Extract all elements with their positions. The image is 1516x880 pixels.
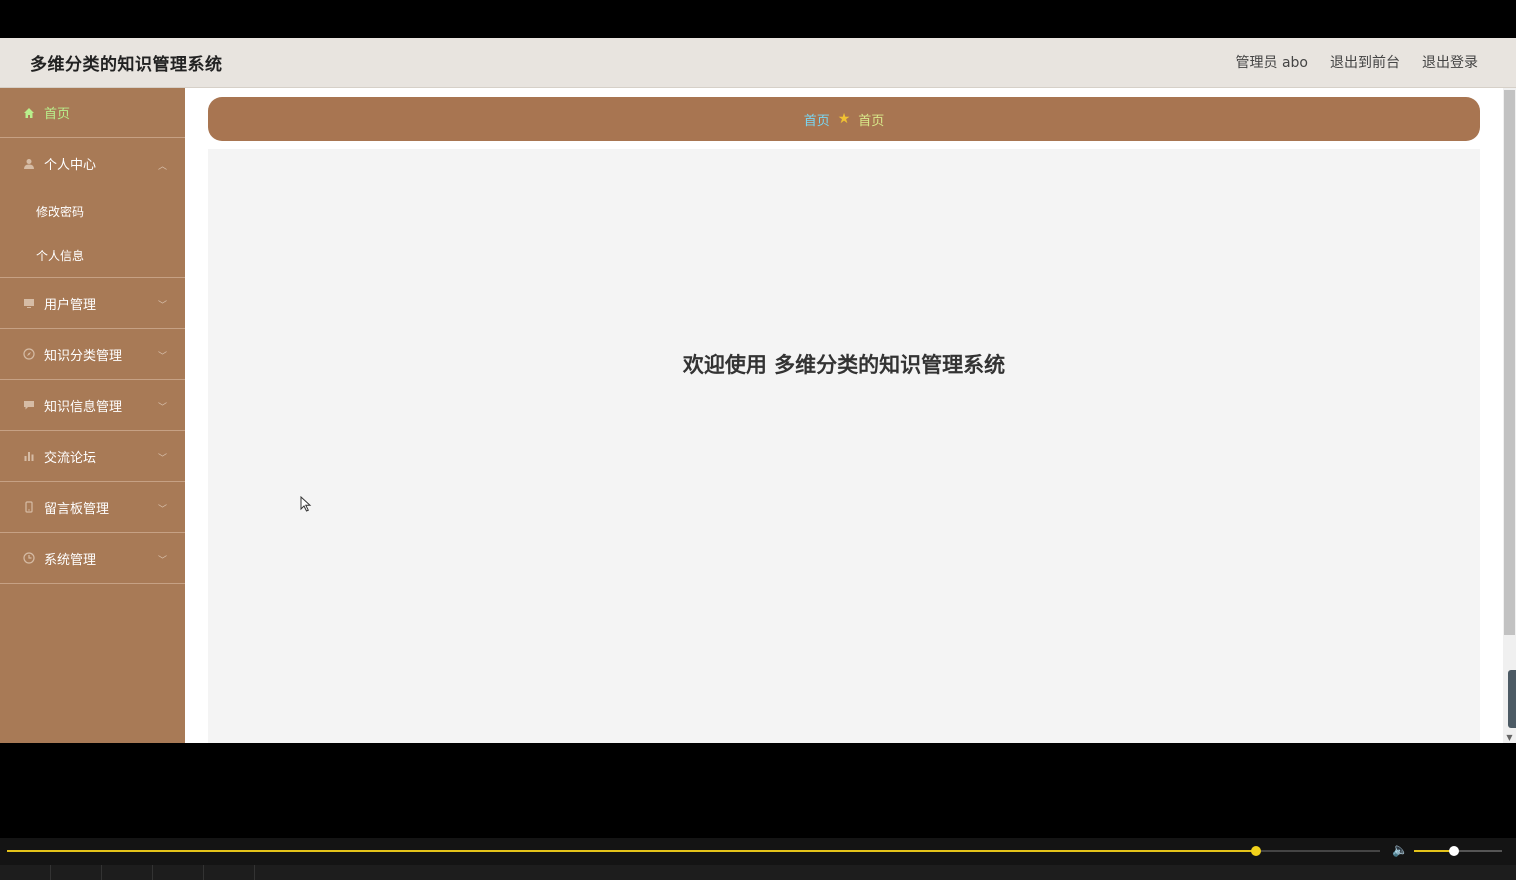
logout-link[interactable]: 退出登录	[1422, 52, 1478, 72]
sidebar: 首页 个人中心 ︿ 修改密码 个人信息 用户管理 ﹀ 知识分类管理 ﹀ 知识信息…	[0, 88, 185, 743]
scroll-down-arrow-icon[interactable]: ▼	[1504, 733, 1515, 743]
chevron-down-icon: ﹀	[157, 352, 167, 362]
top-bar: 多维分类的知识管理系统 管理员 abo 退出到前台 退出登录	[0, 38, 1516, 88]
bar-chart-icon	[22, 449, 36, 463]
playback-progress-fill	[7, 850, 1257, 852]
volume-slider-track[interactable]	[1414, 846, 1502, 856]
comment-icon	[22, 398, 36, 412]
content-panel: 欢迎使用 多维分类的知识管理系统	[208, 149, 1480, 743]
sidebar-item-message-board[interactable]: 留言板管理 ﹀	[0, 482, 185, 533]
sidebar-subitem-change-password[interactable]: 修改密码	[0, 189, 185, 233]
player-control-segment[interactable]	[153, 865, 204, 880]
sidebar-item-knowledge-management[interactable]: 知识信息管理 ﹀	[0, 380, 185, 431]
sidebar-subitem-personal-info[interactable]: 个人信息	[0, 233, 185, 277]
chevron-down-icon: ﹀	[157, 505, 167, 515]
top-links: 管理员 abo 退出到前台 退出登录	[1236, 52, 1478, 72]
volume-slider-handle[interactable]	[1448, 846, 1459, 856]
volume-slider-fill	[1414, 850, 1454, 852]
sidebar-item-label: 知识信息管理	[44, 399, 123, 415]
personal-center-submenu: 修改密码 个人信息	[0, 189, 185, 278]
chevron-down-icon: ﹀	[157, 556, 167, 566]
main-area: 首页 ★ 首页 欢迎使用 多维分类的知识管理系统	[185, 88, 1503, 743]
monitor-icon	[22, 296, 36, 310]
compass-icon	[22, 347, 36, 361]
sidebar-item-label: 交流论坛	[44, 450, 97, 466]
player-control-segment[interactable]	[204, 865, 255, 880]
sidebar-item-forum[interactable]: 交流论坛 ﹀	[0, 431, 185, 482]
chevron-down-icon: ﹀	[157, 454, 167, 464]
sidebar-item-label: 首页	[44, 107, 71, 122]
player-control-segment[interactable]	[102, 865, 153, 880]
sidebar-item-label: 知识分类管理	[44, 348, 123, 364]
breadcrumb-current: 首页	[858, 113, 885, 129]
sidebar-item-label: 个人中心	[44, 158, 97, 173]
vertical-scrollbar[interactable]: ▼	[1503, 88, 1516, 743]
chevron-down-icon: ﹀	[157, 301, 167, 311]
playback-progress-handle[interactable]	[1251, 846, 1262, 856]
scrollbar-thumb[interactable]	[1504, 90, 1515, 635]
app-window: 多维分类的知识管理系统 管理员 abo 退出到前台 退出登录 首页 个人中心 ︿…	[0, 38, 1516, 743]
breadcrumb: 首页 ★ 首页	[208, 97, 1480, 141]
back-to-frontend-link[interactable]: 退出到前台	[1330, 52, 1400, 72]
playback-progress-track[interactable]	[7, 846, 1380, 856]
sidebar-item-user-management[interactable]: 用户管理 ﹀	[0, 278, 185, 329]
chevron-up-icon: ︿	[157, 161, 167, 172]
star-icon: ★	[837, 111, 851, 127]
mouse-cursor-icon	[300, 496, 312, 512]
chevron-down-icon: ﹀	[157, 403, 167, 413]
side-panel-handle[interactable]	[1508, 670, 1516, 728]
volume-icon[interactable]: 🔈	[1392, 843, 1408, 858]
sidebar-item-label: 留言板管理	[44, 501, 110, 517]
player-controls-strip	[0, 865, 1516, 880]
sidebar-item-home[interactable]: 首页	[0, 88, 185, 138]
sidebar-item-label: 用户管理	[44, 297, 97, 313]
player-control-segment[interactable]	[51, 865, 102, 880]
home-icon	[22, 106, 36, 120]
breadcrumb-home-link[interactable]: 首页	[804, 110, 830, 129]
sidebar-item-label: 系统管理	[44, 552, 97, 568]
media-player-bar: 🔈	[0, 838, 1516, 880]
app-title: 多维分类的知识管理系统	[30, 55, 223, 75]
sidebar-item-personal-center[interactable]: 个人中心 ︿	[0, 138, 185, 189]
admin-user-label[interactable]: 管理员 abo	[1236, 52, 1308, 72]
welcome-message: 欢迎使用 多维分类的知识管理系统	[682, 353, 1006, 377]
player-control-segment[interactable]	[0, 865, 51, 880]
sidebar-item-category-management[interactable]: 知识分类管理 ﹀	[0, 329, 185, 380]
clock-icon	[22, 551, 36, 565]
user-icon	[22, 157, 36, 171]
phone-icon	[22, 500, 36, 514]
sidebar-item-system-management[interactable]: 系统管理 ﹀	[0, 533, 185, 584]
